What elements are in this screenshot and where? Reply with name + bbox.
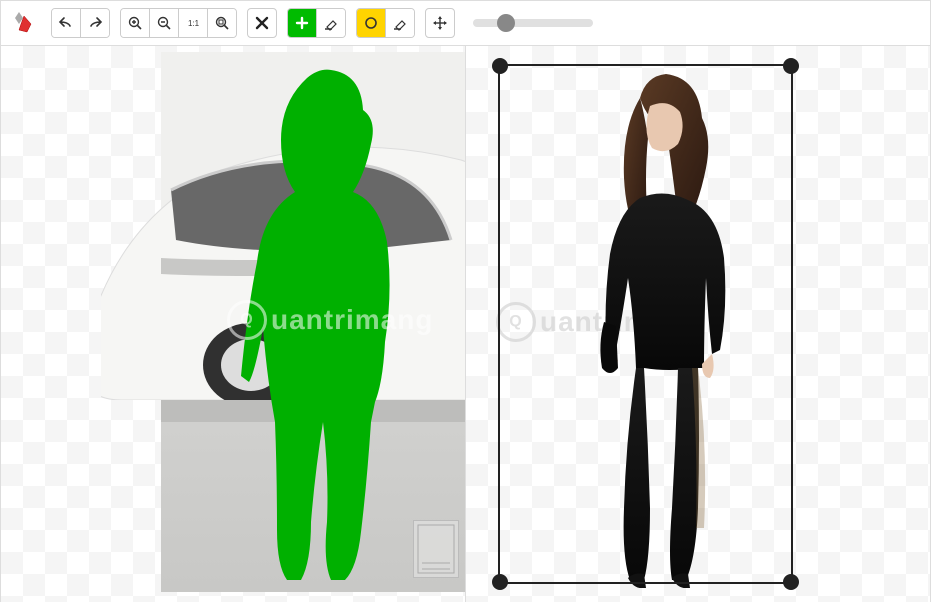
zoom-in-button[interactable] [121,9,150,37]
photo-credit-stamp [413,520,459,578]
toolbar: 1:1 [1,1,930,46]
crop-handle-top-right[interactable] [783,58,799,74]
slider-thumb[interactable] [497,14,515,32]
preview-panel[interactable]: Q uantrimang [466,46,930,602]
workspace: Q uantrimang Q uantrimang [1,46,930,602]
foreground-group [287,8,346,38]
foreground-mask [211,62,421,582]
source-panel[interactable]: Q uantrimang [1,46,466,602]
zoom-actual-button[interactable]: 1:1 [179,9,208,37]
app-window: 1:1 [0,0,931,602]
slider-track[interactable] [473,19,593,27]
zoom-fit-button[interactable] [208,9,236,37]
add-foreground-button[interactable] [288,9,317,37]
preview-canvas: Q uantrimang [478,54,813,594]
erase-foreground-button[interactable] [317,9,345,37]
erase-background-button[interactable] [386,9,414,37]
undo-button[interactable] [52,9,81,37]
brush-size-slider[interactable] [473,19,593,27]
add-background-button[interactable] [357,9,386,37]
source-image: Q uantrimang [161,52,466,592]
background-group [356,8,415,38]
redo-button[interactable] [81,9,109,37]
crop-handle-top-left[interactable] [492,58,508,74]
crop-handle-bottom-right[interactable] [783,574,799,590]
pan-button[interactable] [425,8,455,38]
crop-handle-bottom-left[interactable] [492,574,508,590]
app-logo [9,8,39,38]
crop-bounding-box[interactable] [498,64,793,584]
zoom-group: 1:1 [120,8,237,38]
reset-button[interactable] [247,8,277,38]
zoom-out-button[interactable] [150,9,179,37]
history-group [51,8,110,38]
svg-text:1:1: 1:1 [188,19,200,28]
